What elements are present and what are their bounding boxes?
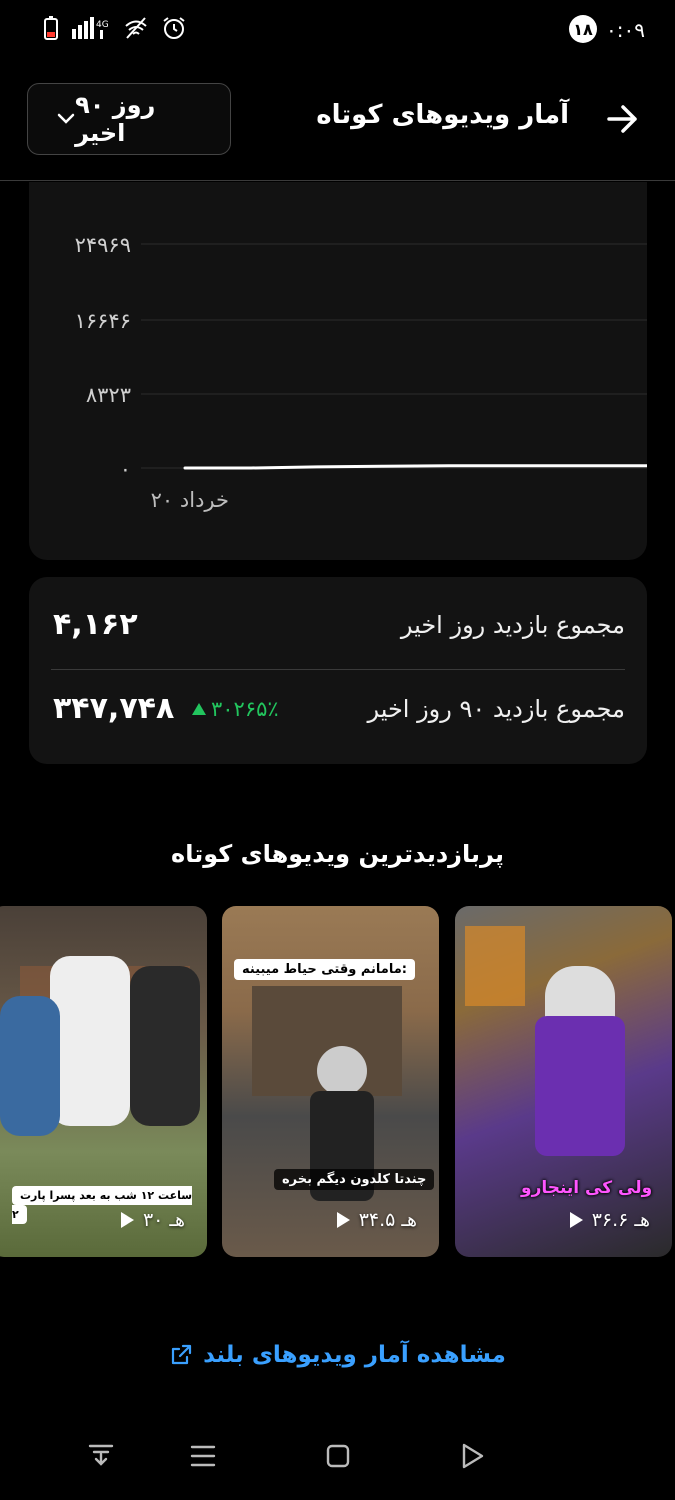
- notifications-icon[interactable]: [88, 1442, 114, 1468]
- video-thumbnail[interactable]: مامانم وقتی حیاط میبینه: چندتا کلدون دیگ…: [222, 906, 439, 1257]
- external-link-icon: [172, 1344, 192, 1365]
- ninety-day-views-value: ۳۴۷,۷۴۸: [53, 691, 175, 726]
- video-views: ۳۴.۵ هـ: [335, 1209, 417, 1231]
- system-nav-bar: [0, 1420, 675, 1500]
- y-tick-label: ۸۳۲۳: [86, 383, 131, 407]
- menu-icon[interactable]: [190, 1444, 216, 1468]
- video-top-caption: مامانم وقتی حیاط میبینه:: [234, 958, 415, 980]
- video-views: ۳۰ هـ: [119, 1209, 185, 1231]
- divider: [51, 669, 625, 670]
- y-tick-label: ۲۴۹۶۹: [75, 233, 131, 257]
- y-tick-label: ۰: [120, 457, 131, 481]
- long-videos-stats-label: مشاهده آمار ویدیوهای بلند: [203, 1342, 506, 1368]
- back-arrow-icon[interactable]: [605, 102, 639, 136]
- ninety-day-views-label: مجموع بازدید ۹۰ روز اخیر: [367, 695, 625, 723]
- thumbnail-figure: [130, 966, 200, 1126]
- play-icon: [336, 1212, 350, 1228]
- svg-text:4G: 4G: [96, 20, 109, 30]
- status-bar: 4G ۱۸ ۰:۰۹: [0, 0, 675, 62]
- play-icon: [569, 1212, 583, 1228]
- battery-icon: [44, 16, 58, 40]
- y-tick-label: ۱۶۶۴۶: [75, 309, 131, 333]
- video-caption: چندتا کلدون دیگم بخره: [274, 1168, 435, 1190]
- section-title: پربازدیدترین ویدیوهای کوتاه: [171, 840, 504, 868]
- views-change-indicator: ۳۰۲۶۵٪: [191, 697, 279, 721]
- no-wifi-icon: [125, 17, 147, 39]
- views-chart-card: ۲۴۹۶۹ ۱۶۶۴۶ ۸۳۲۳ ۰ ۲۰ خرداد: [29, 182, 647, 560]
- x-tick-label: ۲۰ خرداد: [151, 488, 229, 512]
- views-summary-card: مجموع بازدید روز اخیر ۴,۱۶۲ مجموع بازدید…: [29, 577, 647, 764]
- thumbnail-shelf: [465, 926, 525, 1006]
- daily-views-label: مجموع بازدید روز اخیر: [400, 611, 625, 639]
- video-views: ۳۶.۶ هـ: [568, 1209, 650, 1231]
- home-icon[interactable]: [325, 1443, 351, 1469]
- page-title: آمار ویدیوهای کوتاه: [316, 100, 569, 130]
- video-caption: ولی کی اینجارو: [521, 1178, 653, 1198]
- app-header: آمار ویدیوهای کوتاه ۹۰ روز اخیر: [0, 62, 675, 181]
- triangle-up-icon: [192, 703, 206, 715]
- back-icon[interactable]: [460, 1442, 486, 1470]
- views-change-percent: ۳۰۲۶۵٪: [211, 697, 279, 721]
- thumbnail-figure: [535, 1016, 625, 1156]
- chevron-down-icon: [57, 113, 75, 124]
- date-range-label: ۹۰ روز اخیر: [75, 91, 156, 147]
- thumbnail-figure: [50, 956, 130, 1126]
- daily-views-value: ۴,۱۶۲: [53, 607, 138, 642]
- video-thumbnail[interactable]: ولی کی اینجارو ۳۶.۶ هـ: [455, 906, 672, 1257]
- views-line-chart: ۲۴۹۶۹ ۱۶۶۴۶ ۸۳۲۳ ۰ ۲۰ خرداد: [75, 233, 647, 512]
- thumbnail-figure: [0, 996, 60, 1136]
- video-thumbnail[interactable]: ساعت ۱۲ شب به بعد پسرا پارت ۲ ۳۰ هـ: [0, 906, 207, 1257]
- play-icon: [120, 1212, 134, 1228]
- status-time: ۰:۰۹: [606, 18, 645, 42]
- long-videos-stats-link[interactable]: مشاهده آمار ویدیوهای بلند: [0, 1342, 675, 1368]
- date-range-dropdown[interactable]: ۹۰ روز اخیر: [27, 83, 231, 155]
- signal-icon: 4G: [72, 17, 109, 39]
- notification-count-badge: ۱۸: [569, 15, 597, 43]
- alarm-icon: [163, 17, 185, 39]
- status-icons: 4G: [44, 16, 186, 40]
- thumbnail-figure: [317, 1046, 367, 1096]
